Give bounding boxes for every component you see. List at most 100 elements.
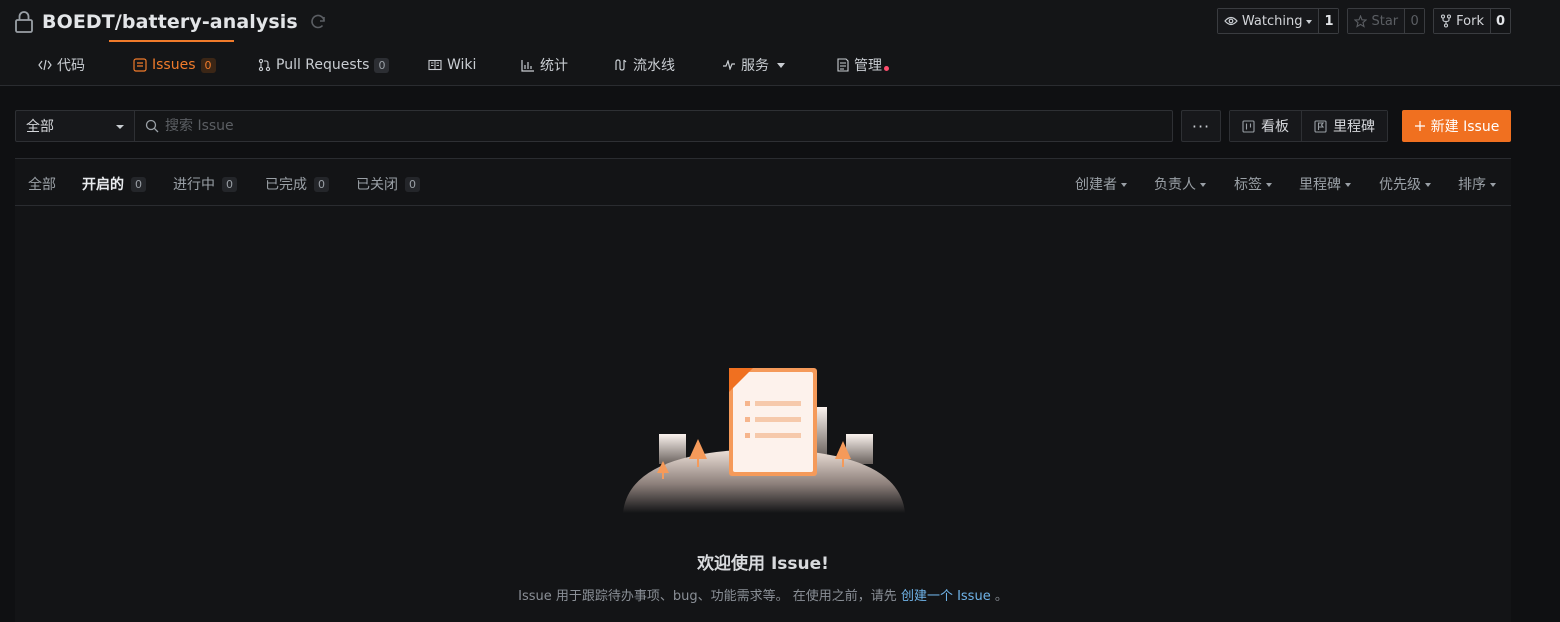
board-label: 看板 (1261, 119, 1289, 135)
tab-manage-label: 管理 (854, 58, 882, 74)
lock-icon (15, 11, 33, 33)
repo-actions: Watching 1 Star 0 Fork 0 (1216, 8, 1511, 34)
milestone-icon (1314, 119, 1327, 133)
tab-wiki-label: Wiki (447, 57, 477, 73)
tab-manage[interactable]: 管理 (837, 44, 889, 86)
tab-stats[interactable]: 统计 (521, 44, 568, 86)
tab-code[interactable]: 代码 (38, 44, 85, 86)
watch-group: Watching 1 (1216, 8, 1340, 34)
sync-icon[interactable] (308, 12, 328, 32)
chevron-down-icon (116, 125, 124, 129)
new-issue-label: 新建 Issue (1430, 119, 1500, 135)
scope-select-value: 全部 (26, 119, 54, 135)
plus-icon (1414, 121, 1425, 131)
filter-labels-label: 标签 (1234, 177, 1262, 193)
fork-label: Fork (1456, 13, 1484, 29)
filter-labels[interactable]: 标签 (1234, 174, 1272, 194)
empty-desc-text: Issue 用于跟踪待办事项、bug、功能需求等。 在使用之前，请先 (518, 589, 901, 604)
tab-pipeline-label: 流水线 (633, 58, 675, 74)
tab-wiki[interactable]: Wiki (428, 44, 476, 86)
repo-title: BOEDT/battery-analysis (14, 9, 328, 35)
tab-pull-requests[interactable]: Pull Requests 0 (258, 44, 390, 86)
fork-button[interactable]: Fork (1434, 9, 1490, 33)
search-input[interactable] (165, 118, 1065, 134)
create-issue-link[interactable]: 创建一个 Issue (901, 589, 991, 604)
milestone-button[interactable]: 里程碑 (1301, 111, 1387, 141)
state-filter-completed[interactable]: 已完成 0 (265, 174, 329, 194)
state-filter-count: 0 (405, 176, 420, 192)
tab-services[interactable]: 服务 (722, 44, 785, 86)
chevron-down-icon (1425, 182, 1431, 187)
board-button[interactable]: 看板 (1230, 111, 1301, 141)
scope-select[interactable]: 全部 (15, 110, 135, 142)
chevron-down-icon (1121, 182, 1127, 187)
fork-count[interactable]: 0 (1490, 9, 1510, 33)
code-icon (38, 59, 52, 71)
state-filter-count: 0 (222, 176, 237, 192)
filter-priority[interactable]: 优先级 (1379, 174, 1431, 194)
notification-dot (884, 66, 889, 71)
state-filter-closed[interactable]: 已关闭 0 (356, 174, 420, 194)
star-count[interactable]: 0 (1404, 9, 1425, 33)
issue-list-panel: 全部 开启的 0 进行中 0 已完成 0 已关闭 0 创建者 负责人 标签 里程… (15, 158, 1511, 622)
eye-icon (1224, 16, 1238, 26)
chevron-down-icon (1200, 182, 1206, 187)
pulse-icon (722, 60, 736, 70)
watch-count[interactable]: 1 (1318, 9, 1339, 33)
search-box (134, 110, 1173, 142)
filter-assignee-label: 负责人 (1154, 177, 1196, 193)
state-filter-in-progress[interactable]: 进行中 0 (173, 174, 237, 194)
empty-state-title: 欢迎使用 Issue! (697, 554, 829, 574)
chart-icon (521, 59, 535, 72)
tab-stats-label: 统计 (540, 58, 568, 74)
wiki-icon (428, 59, 442, 71)
star-label: Star (1371, 13, 1399, 29)
state-filter-label: 开启的 (82, 177, 124, 193)
filter-assignee[interactable]: 负责人 (1154, 174, 1206, 194)
star-group: Star 0 (1347, 8, 1426, 34)
state-filter-open[interactable]: 开启的 0 (82, 174, 146, 194)
tab-pipeline[interactable]: 流水线 (614, 44, 675, 86)
state-filter-label: 已关闭 (356, 177, 398, 193)
pull-request-icon (258, 58, 271, 72)
chevron-down-icon (1345, 182, 1351, 187)
filter-priority-label: 优先级 (1379, 177, 1421, 193)
fork-group: Fork 0 (1433, 8, 1511, 34)
state-filter-count: 0 (131, 176, 146, 192)
issues-icon (133, 58, 147, 72)
more-options-button[interactable]: ··· (1181, 110, 1221, 142)
new-issue-button[interactable]: 新建 Issue (1402, 110, 1511, 142)
tab-services-label: 服务 (741, 58, 769, 74)
state-filter-label: 全部 (28, 177, 56, 193)
filter-creator[interactable]: 创建者 (1075, 174, 1127, 194)
filter-sort-label: 排序 (1458, 177, 1486, 193)
watch-label: Watching (1241, 13, 1303, 29)
filter-bar: 全部 开启的 0 进行中 0 已完成 0 已关闭 0 创建者 负责人 标签 里程… (15, 159, 1511, 206)
tab-issues-count: 0 (200, 57, 216, 73)
board-icon (1242, 119, 1255, 133)
filter-milestone[interactable]: 里程碑 (1299, 174, 1351, 194)
star-icon (1354, 14, 1368, 28)
pipeline-icon (614, 58, 628, 72)
milestone-label: 里程碑 (1333, 119, 1375, 135)
filter-milestone-label: 里程碑 (1299, 177, 1341, 193)
empty-state-description: Issue 用于跟踪待办事项、bug、功能需求等。 在使用之前，请先 创建一个 … (15, 585, 1511, 604)
repo-header: BOEDT/battery-analysis Watching 1 Star 0… (0, 0, 1560, 86)
star-button[interactable]: Star (1348, 9, 1405, 33)
fork-icon (1441, 14, 1452, 28)
repo-name[interactable]: BOEDT/battery-analysis (42, 11, 298, 33)
tab-issues[interactable]: Issues 0 (133, 44, 216, 86)
filter-sort[interactable]: 排序 (1458, 174, 1496, 194)
watch-button[interactable]: Watching (1217, 9, 1319, 33)
state-filter-label: 已完成 (265, 177, 307, 193)
state-filter-count: 0 (314, 176, 329, 192)
manage-icon (837, 58, 849, 72)
state-filter-all[interactable]: 全部 (28, 174, 56, 194)
filter-creator-label: 创建者 (1075, 177, 1117, 193)
state-filter-label: 进行中 (173, 177, 215, 193)
search-icon (145, 119, 159, 133)
tab-issues-label: Issues (152, 57, 196, 73)
empty-state-illustration (623, 368, 905, 513)
issue-toolbar: 全部 ··· 看板 里程碑 新建 Issue (15, 110, 1511, 142)
tab-manage-label-wrap: 管理 (854, 55, 889, 75)
